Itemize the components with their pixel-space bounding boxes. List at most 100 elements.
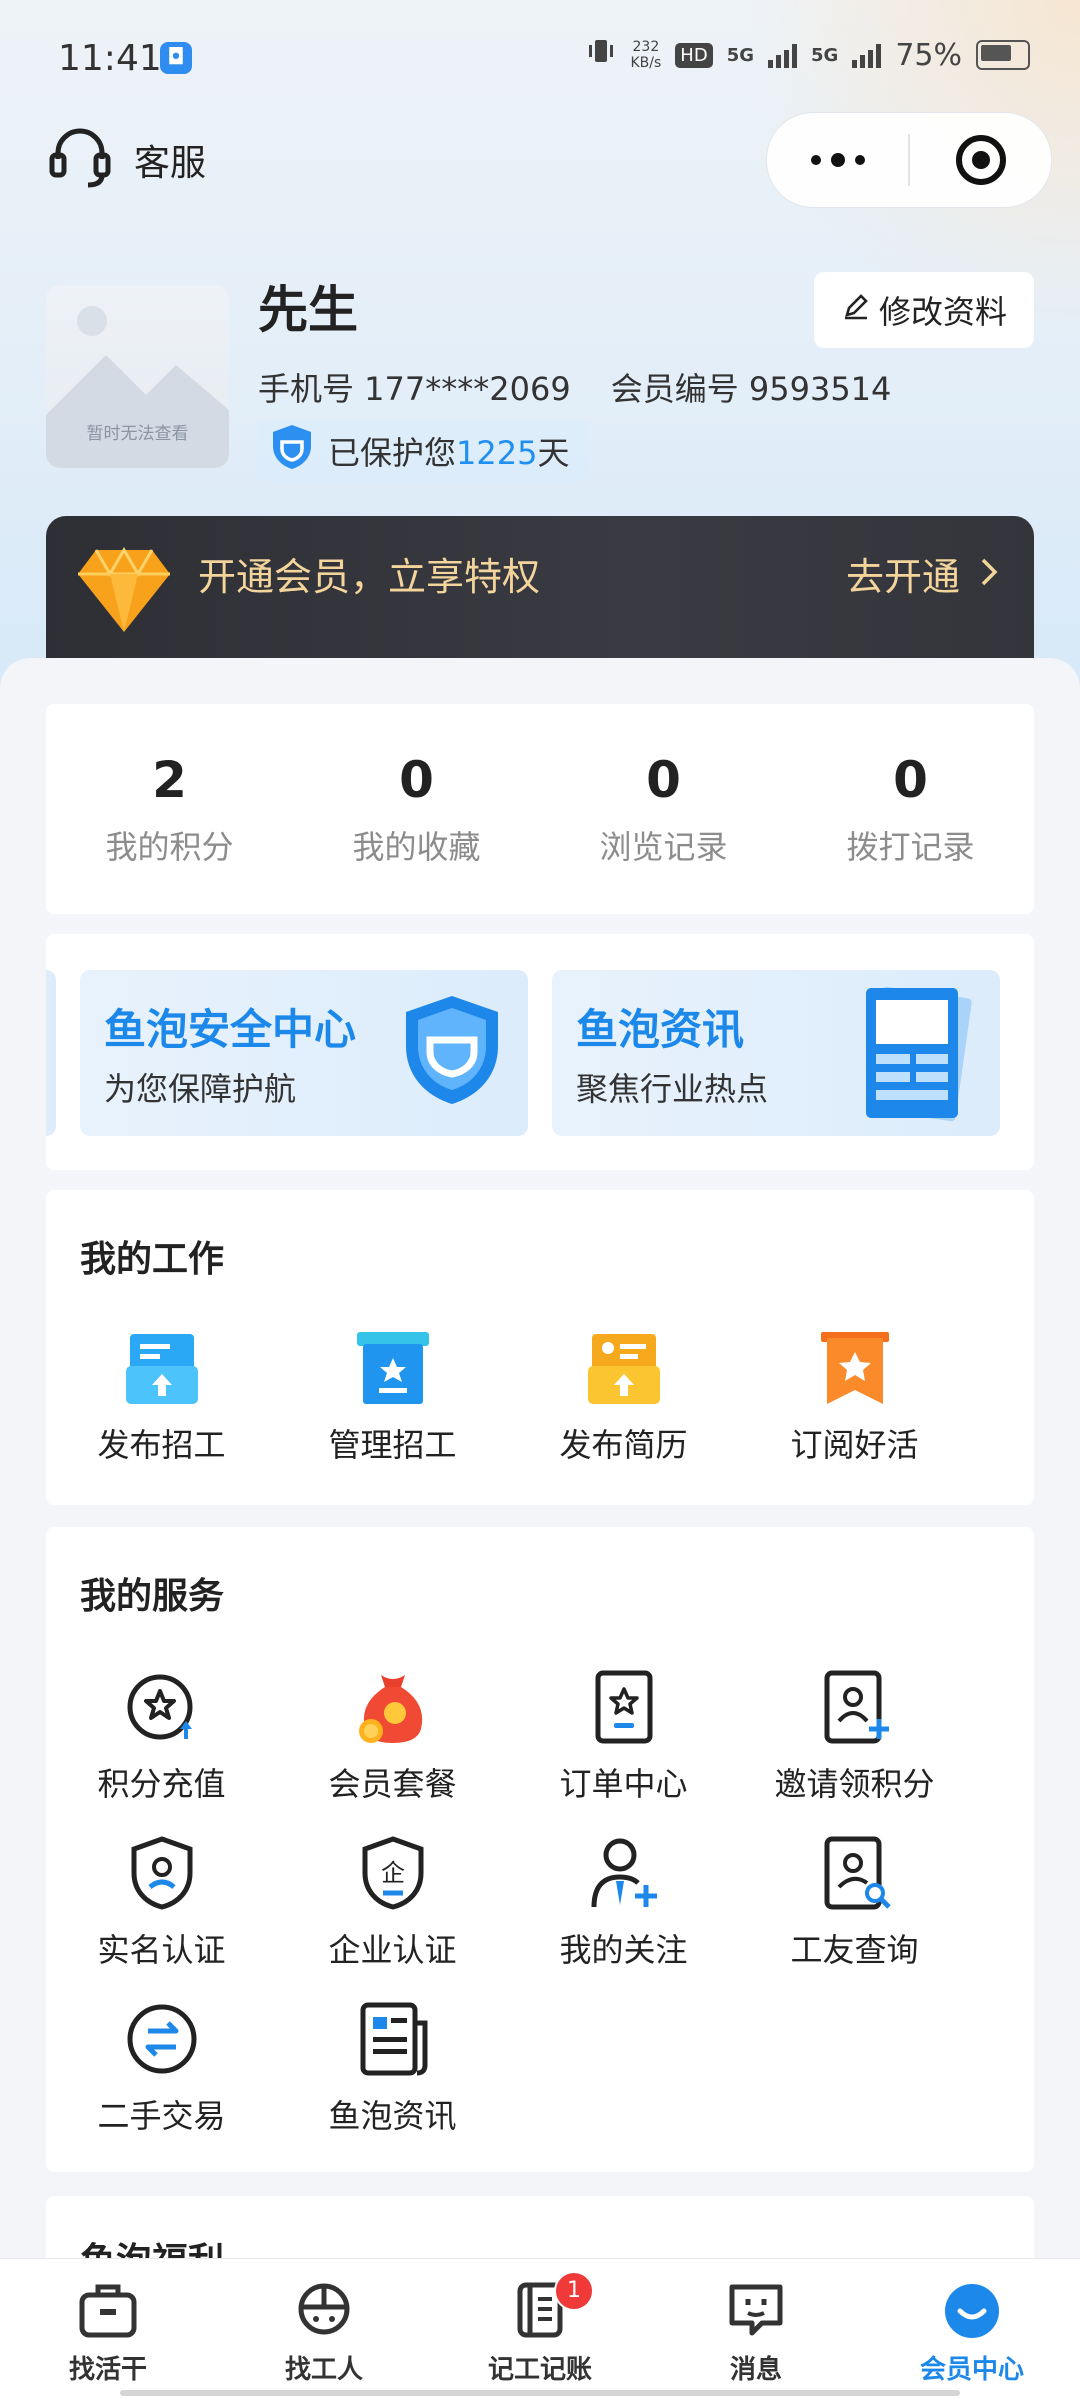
- points-recharge-item[interactable]: 积分充值: [46, 1667, 277, 1805]
- stat-points[interactable]: 2 我的积分: [46, 704, 293, 914]
- vip-package-item[interactable]: 会员套餐: [277, 1667, 508, 1805]
- stat-label: 拨打记录: [846, 828, 975, 866]
- hd-icon: HD: [675, 42, 713, 68]
- news-item[interactable]: 鱼泡资讯: [277, 1999, 508, 2137]
- banner-subtitle: 为您保障护航: [104, 1070, 297, 1108]
- order-center-item[interactable]: 订单中心: [508, 1667, 739, 1805]
- user-name: 先生: [258, 281, 358, 339]
- member-id: 会员编号 9593514: [610, 370, 892, 408]
- message-icon: [726, 2281, 786, 2343]
- vip-banner[interactable]: 开通会员，立享特权 去开通: [46, 516, 1034, 666]
- banner-title: 鱼泡安全中心: [104, 1005, 357, 1054]
- enterprise-auth-item[interactable]: 企 企业认证: [277, 1833, 508, 1971]
- second-hand-item[interactable]: 二手交易: [46, 1999, 277, 2137]
- notification-badge: 1: [554, 2271, 594, 2311]
- coworker-search-item[interactable]: 工友查询: [739, 1833, 970, 1971]
- avatar-note: 暂时无法查看: [86, 424, 189, 444]
- tab-work-ledger[interactable]: 记工记账 1: [432, 2259, 648, 2401]
- my-follows-item[interactable]: 我的关注: [508, 1833, 739, 1971]
- more-button[interactable]: [767, 113, 908, 207]
- grid-label: 发布招工: [97, 1426, 226, 1464]
- avatar[interactable]: 暂时无法查看: [46, 285, 229, 468]
- close-miniprogram-button[interactable]: [910, 113, 1051, 207]
- tab-find-work[interactable]: 找活干: [0, 2259, 216, 2401]
- order-icon: [584, 1667, 664, 1747]
- security-shield-icon: [398, 992, 506, 1112]
- stat-value: 0: [646, 751, 681, 809]
- edit-profile-button[interactable]: 修改资料: [814, 272, 1034, 348]
- manage-jobs-item[interactable]: 管理招工: [277, 1328, 508, 1466]
- grid-label: 鱼泡资讯: [328, 2097, 457, 2135]
- real-name-auth-item[interactable]: 实名认证: [46, 1833, 277, 1971]
- network-type-2: 5G: [811, 44, 839, 66]
- safety-center-banner[interactable]: 鱼泡安全中心 为您保障护航: [80, 970, 528, 1136]
- stat-label: 我的积分: [105, 828, 234, 866]
- grid-label: 管理招工: [328, 1426, 457, 1464]
- svg-text:企: 企: [381, 1859, 405, 1887]
- tab-find-workers[interactable]: 找工人: [216, 2259, 432, 2401]
- briefcase-icon: [78, 2281, 138, 2343]
- news-banner[interactable]: 鱼泡资讯 聚焦行业热点: [552, 970, 1000, 1136]
- customer-service-button[interactable]: 客服: [48, 125, 206, 195]
- banner-subtitle: 聚焦行业热点: [576, 1070, 769, 1108]
- stat-label: 浏览记录: [599, 828, 728, 866]
- protection-badge[interactable]: 已保护您1225天: [258, 420, 590, 482]
- tab-label: 找工人: [284, 2355, 363, 2385]
- grid-label: 实名认证: [97, 1931, 226, 1969]
- subscribe-bookmark-icon: [815, 1328, 895, 1408]
- grid-label: 企业认证: [328, 1931, 457, 1969]
- tab-label: 会员中心: [919, 2355, 1024, 2385]
- stat-calls[interactable]: 0 拨打记录: [787, 704, 1034, 914]
- shield-icon: [268, 422, 316, 480]
- home-indicator: [120, 2390, 960, 2396]
- diamond-icon: [74, 542, 174, 642]
- miniprogram-capsule: [766, 112, 1052, 208]
- newspaper-icon: [850, 978, 980, 1132]
- grid-label: 订阅好活: [790, 1426, 919, 1464]
- my-work-card: 我的工作 发布招工 管理招工 发布简历 订阅好活: [46, 1190, 1034, 1505]
- grid-label: 发布简历: [559, 1426, 688, 1464]
- status-indicators: 232 KB/s HD 5G 5G 75%: [586, 36, 1030, 74]
- protection-text: 已保护您1225天: [328, 434, 570, 472]
- banner-carousel: 鱼泡安全中心 为您保障护航 鱼泡资讯 聚焦行业热点: [46, 934, 1034, 1170]
- id-shield-icon: [122, 1833, 202, 1913]
- target-icon: [955, 135, 1006, 185]
- post-resume-item[interactable]: 发布简历: [508, 1328, 739, 1466]
- invite-points-item[interactable]: 邀请领积分: [739, 1667, 970, 1805]
- banner-peek: [46, 970, 56, 1136]
- member-smile-icon: [942, 2281, 1002, 2343]
- grid-label: 订单中心: [559, 1765, 688, 1803]
- subscribe-jobs-item[interactable]: 订阅好活: [739, 1328, 970, 1466]
- grid-label: 会员套餐: [328, 1765, 457, 1803]
- exchange-icon: [122, 1999, 202, 2079]
- news-doc-icon: [353, 1999, 433, 2079]
- stats-card: 2 我的积分 0 我的收藏 0 浏览记录 0 拨打记录: [46, 704, 1034, 914]
- vip-open-label: 去开通: [845, 555, 960, 599]
- bottom-tab-bar: 找活干 找工人 记工记账 1 消息 会员中心: [0, 2258, 1080, 2401]
- post-job-item[interactable]: 发布招工: [46, 1328, 277, 1466]
- post-job-icon: [122, 1328, 202, 1408]
- invite-icon: [815, 1667, 895, 1747]
- customer-service-label: 客服: [134, 143, 207, 184]
- vip-open-button[interactable]: 去开通: [846, 546, 998, 601]
- status-time: 11:41: [58, 38, 162, 79]
- section-title: 我的工作: [80, 1239, 225, 1280]
- grid-label: 我的关注: [559, 1931, 688, 1969]
- stat-value: 0: [893, 751, 928, 809]
- tab-member-center[interactable]: 会员中心: [864, 2259, 1080, 2401]
- my-services-card: 我的服务 积分充值 会员套餐 订单中心 邀请领积分 实名认证 企 企业认证 我的…: [46, 1527, 1034, 2172]
- stat-value: 2: [152, 751, 187, 809]
- phone-number: 手机号 177****2069: [258, 370, 571, 408]
- network-type-1: 5G: [726, 44, 754, 66]
- money-bag-icon: [353, 1667, 433, 1747]
- stat-favorites[interactable]: 0 我的收藏: [293, 704, 540, 914]
- grid-label: 邀请领积分: [774, 1765, 935, 1803]
- post-resume-icon: [584, 1328, 664, 1408]
- stat-value: 0: [399, 751, 434, 809]
- tab-messages[interactable]: 消息: [648, 2259, 864, 2401]
- coworker-search-icon: [815, 1833, 895, 1913]
- pencil-icon: [841, 291, 871, 329]
- tab-label: 找活干: [68, 2355, 147, 2385]
- tab-label: 消息: [729, 2355, 782, 2385]
- stat-history[interactable]: 0 浏览记录: [540, 704, 787, 914]
